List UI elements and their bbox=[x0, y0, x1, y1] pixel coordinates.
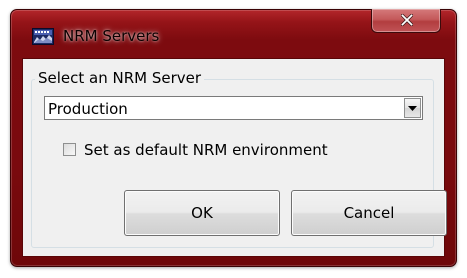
nrm-servers-dialog: NRM Servers Select an NRM Server Product… bbox=[10, 9, 457, 267]
title-bar[interactable]: NRM Servers bbox=[11, 9, 456, 59]
nrm-app-icon bbox=[32, 28, 54, 45]
default-environment-checkbox[interactable] bbox=[63, 143, 76, 156]
group-legend: Select an NRM Server bbox=[35, 69, 205, 87]
close-button[interactable] bbox=[371, 9, 441, 33]
dialog-client-area: Select an NRM Server Production Set as d… bbox=[22, 58, 447, 257]
default-environment-label[interactable]: Set as default NRM environment bbox=[84, 141, 328, 159]
server-select-value: Production bbox=[48, 100, 128, 118]
window-title: NRM Servers bbox=[63, 27, 160, 45]
close-icon bbox=[401, 14, 413, 26]
server-select[interactable]: Production bbox=[44, 96, 423, 120]
desktop: NRM Servers Select an NRM Server Product… bbox=[0, 0, 467, 278]
chevron-down-icon bbox=[408, 106, 417, 111]
ok-button[interactable]: OK bbox=[124, 190, 280, 236]
dropdown-button[interactable] bbox=[404, 98, 421, 118]
cancel-button[interactable]: Cancel bbox=[291, 190, 447, 236]
